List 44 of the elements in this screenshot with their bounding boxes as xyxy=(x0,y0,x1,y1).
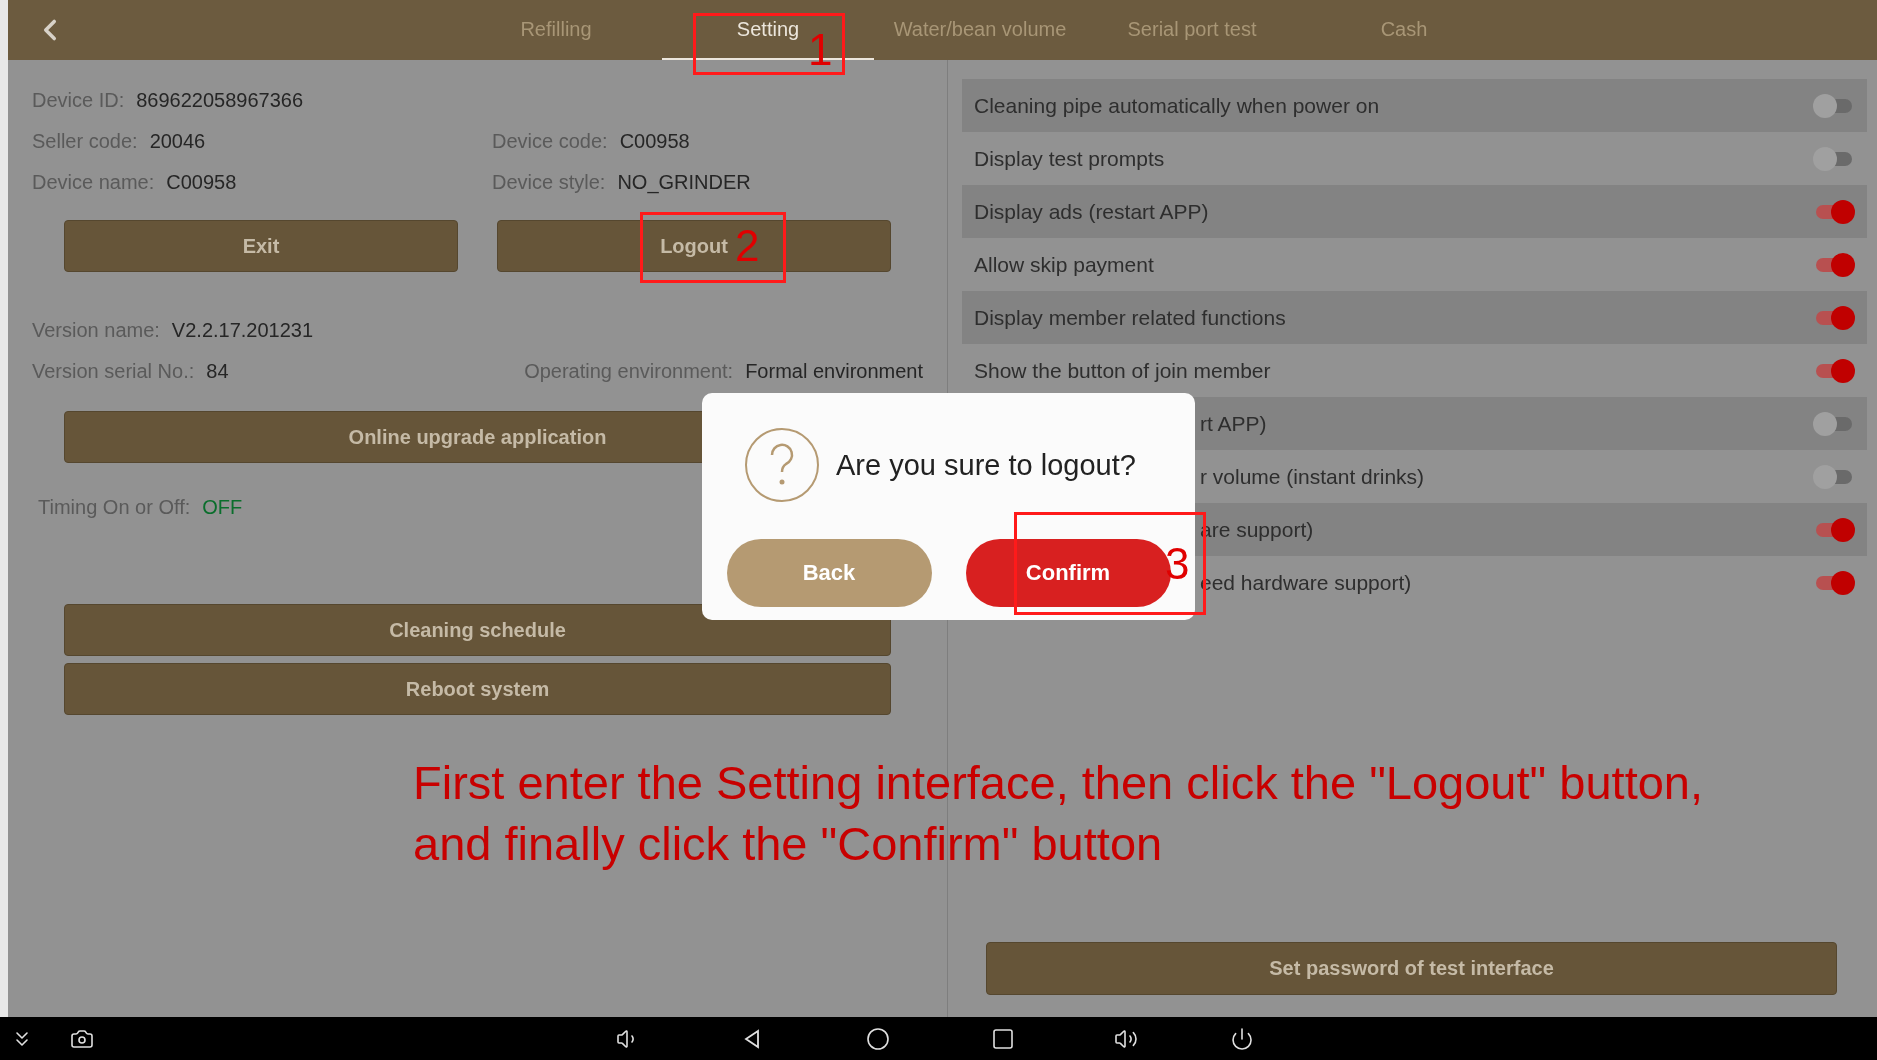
field-label: Version serial No.: xyxy=(32,360,195,383)
camera-icon[interactable] xyxy=(70,1027,94,1051)
home-icon[interactable] xyxy=(866,1027,890,1051)
field-value: Formal environment xyxy=(745,360,923,383)
tab[interactable]: Setting xyxy=(736,0,800,58)
maintenance-button[interactable]: Cleaning schedule xyxy=(64,604,891,656)
tab[interactable]: Cash xyxy=(1380,0,1428,58)
field-label: Operating environment: xyxy=(524,360,734,383)
setting-label: Allow skip payment xyxy=(974,252,1154,277)
field-label: Device code: xyxy=(492,130,608,153)
setting-label: Display ads (restart APP) xyxy=(974,199,1209,224)
setting-label: rt APP) xyxy=(1200,411,1267,436)
maintenance-button[interactable]: Reboot system xyxy=(64,663,891,715)
setting-label: r volume (instant drinks) xyxy=(1200,464,1425,489)
dialog-button[interactable]: Back xyxy=(726,539,932,607)
password-button[interactable]: Set password of test interface xyxy=(986,942,1837,995)
field-value: C00958 xyxy=(166,171,237,194)
square-icon[interactable] xyxy=(991,1027,1015,1051)
step-number: 2 xyxy=(735,224,760,268)
setting-label: Display member related functions xyxy=(974,305,1286,330)
instruction-text: First enter the Setting interface, then click the "Logout" button, and finally click the "Confirm" button xyxy=(413,755,1705,872)
power-icon[interactable] xyxy=(1230,1027,1254,1051)
field-value: OFF xyxy=(202,496,243,519)
setting-label: Cleaning pipe automatically when power on xyxy=(974,93,1380,118)
field-label: Device ID: xyxy=(32,89,125,112)
setting-label: Display test prompts xyxy=(974,146,1165,171)
field-value: NO_GRINDER xyxy=(617,171,751,194)
field-value: 869622058967366 xyxy=(136,89,304,112)
field-value: C00958 xyxy=(619,130,690,153)
tab[interactable]: Serial port test xyxy=(1127,0,1257,58)
field-label: Device name: xyxy=(32,171,155,194)
field-label: Timing On or Off: xyxy=(38,496,191,519)
field-label: Seller code: xyxy=(32,130,138,153)
field-value: V2.2.17.201231 xyxy=(171,319,314,342)
account-button[interactable]: Exit xyxy=(64,220,458,272)
field-value: 84 xyxy=(206,360,229,383)
volume-up-icon[interactable] xyxy=(1114,1027,1138,1051)
field-label: Device style: xyxy=(492,171,606,194)
field-value: 20046 xyxy=(149,130,206,153)
field-label: Version name: xyxy=(32,319,160,342)
tab[interactable]: Refilling xyxy=(520,0,592,58)
tab[interactable]: Water/bean volume xyxy=(893,0,1067,58)
setting-label: Show the button of join member xyxy=(974,358,1271,383)
question-icon xyxy=(744,427,820,503)
